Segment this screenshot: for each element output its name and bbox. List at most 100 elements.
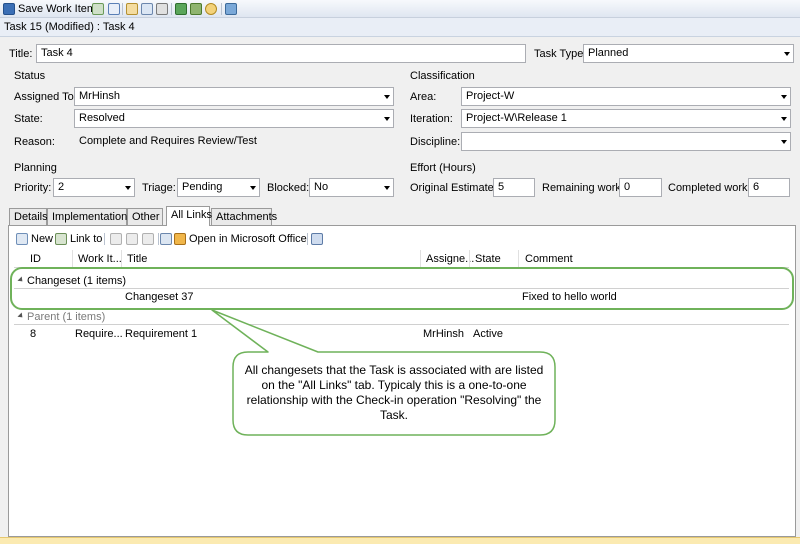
- window-title: Task 15 (Modified) : Task 4: [0, 18, 800, 37]
- collapse-triangle-icon[interactable]: [17, 312, 25, 320]
- effort-group-header: Effort (Hours): [410, 162, 476, 174]
- row-state: Active: [473, 328, 503, 340]
- area-dropdown[interactable]: Project-W: [461, 87, 791, 106]
- triage-value: Pending: [182, 181, 223, 193]
- copy-links-icon[interactable]: [160, 233, 172, 245]
- column-options-icon[interactable]: [311, 233, 323, 245]
- link-to-button[interactable]: Link to: [55, 231, 102, 247]
- iteration-dropdown[interactable]: Project-W\Release 1: [461, 109, 791, 128]
- chevron-down-icon: [784, 52, 790, 56]
- chevron-down-icon: [384, 117, 390, 121]
- tab-other[interactable]: Other: [127, 208, 163, 225]
- completed-work-input[interactable]: 6: [748, 178, 790, 197]
- collapse-triangle-icon[interactable]: [17, 276, 25, 284]
- assigned-to-label: Assigned To:: [14, 91, 77, 103]
- table-row[interactable]: 8 Require... Requirement 1 MrHinsh Activ…: [14, 326, 789, 343]
- row-title: Changeset 37: [125, 291, 194, 303]
- chevron-down-icon: [384, 95, 390, 99]
- tab-implementation[interactable]: Implementation: [47, 208, 127, 225]
- column-header-comment[interactable]: Comment: [525, 253, 573, 265]
- task-type-dropdown[interactable]: Planned: [583, 44, 794, 63]
- state-dropdown[interactable]: Resolved: [74, 109, 394, 128]
- send-mail-icon[interactable]: [205, 3, 217, 15]
- refresh-icon[interactable]: [92, 3, 104, 15]
- triage-label: Triage:: [142, 182, 176, 194]
- priority-value: 2: [58, 181, 65, 193]
- delete-link-icon[interactable]: [142, 233, 154, 245]
- title-label: Title:: [9, 48, 33, 60]
- chevron-down-icon: [781, 140, 787, 144]
- tab-details[interactable]: Details: [9, 208, 48, 225]
- area-value: Project-W: [466, 90, 515, 102]
- new-item-icon: [16, 233, 28, 245]
- column-header-title[interactable]: Title: [127, 253, 147, 265]
- chevron-down-icon: [250, 186, 256, 190]
- edit-link-icon[interactable]: [126, 233, 138, 245]
- save-work-item-button[interactable]: Save Work Item: [3, 2, 96, 16]
- find-icon[interactable]: [225, 3, 237, 15]
- status-strip: [0, 537, 800, 544]
- completed-work-label: Completed work:: [668, 182, 751, 194]
- excel-icon[interactable]: [175, 3, 187, 15]
- project-icon[interactable]: [190, 3, 202, 15]
- title-input[interactable]: Task 4: [36, 44, 526, 63]
- assigned-to-value: MrHinsh: [79, 90, 120, 102]
- main-toolbar: Save Work Item: [0, 0, 800, 18]
- chevron-down-icon: [781, 117, 787, 121]
- new-linked-item-icon[interactable]: [126, 3, 138, 15]
- triage-dropdown[interactable]: Pending: [177, 178, 260, 197]
- links-grid-header: ID Work It... Title Assigne... State Com…: [14, 250, 789, 268]
- planning-group-header: Planning: [14, 162, 57, 174]
- iteration-label: Iteration:: [410, 113, 453, 125]
- open-item-icon[interactable]: [110, 233, 122, 245]
- state-value: Resolved: [79, 112, 125, 124]
- save-work-item-label: Save Work Item: [18, 3, 97, 15]
- reason-field: Complete and Requires Review/Test: [74, 132, 394, 151]
- chevron-down-icon: [384, 186, 390, 190]
- blocked-value: No: [314, 181, 329, 193]
- table-row[interactable]: Changeset 37 Fixed to hello world: [14, 289, 789, 306]
- open-in-office-button[interactable]: Open in Microsoft Office: [174, 231, 318, 247]
- task-type-label: Task Type:: [534, 48, 587, 60]
- chevron-down-icon: [125, 186, 131, 190]
- column-header-id[interactable]: ID: [30, 253, 41, 265]
- tab-all-links[interactable]: All Links: [166, 206, 212, 226]
- original-estimate-input[interactable]: 5: [493, 178, 535, 197]
- blocked-label: Blocked:: [267, 182, 310, 194]
- new-link-button[interactable]: New: [16, 231, 53, 247]
- discipline-dropdown[interactable]: [461, 132, 791, 151]
- iteration-value: Project-W\Release 1: [466, 112, 567, 124]
- group-label: Changeset (1 items): [27, 275, 127, 287]
- link-to-label: Link to: [70, 233, 103, 245]
- row-id: 8: [30, 328, 37, 340]
- new-link-label: New: [31, 233, 54, 245]
- row-work-item: Require...: [75, 328, 123, 340]
- save-icon: [3, 3, 15, 15]
- chevron-down-icon: [781, 95, 787, 99]
- status-group-header: Status: [14, 70, 46, 82]
- state-label: State:: [14, 113, 43, 125]
- copy-item-icon[interactable]: [141, 3, 153, 15]
- column-header-work-item[interactable]: Work It...: [78, 253, 122, 265]
- link-icon[interactable]: [156, 3, 168, 15]
- task-type-value: Planned: [588, 47, 629, 59]
- remaining-work-label: Remaining work:: [542, 182, 624, 194]
- link-chain-icon: [55, 233, 67, 245]
- undo-icon[interactable]: [108, 3, 120, 15]
- priority-dropdown[interactable]: 2: [53, 178, 135, 197]
- priority-label: Priority:: [14, 182, 52, 194]
- original-estimate-label: Original Estimate:: [410, 182, 497, 194]
- office-icon: [174, 233, 186, 245]
- callout-text: All changesets that the Task is associat…: [244, 363, 544, 422]
- row-comment: Fixed to hello world: [522, 291, 617, 303]
- row-title: Requirement 1: [125, 328, 198, 340]
- reason-label: Reason:: [14, 136, 55, 148]
- discipline-label: Discipline:: [410, 136, 461, 148]
- column-header-assigned[interactable]: Assigne...: [426, 253, 474, 265]
- assigned-to-dropdown[interactable]: MrHinsh: [74, 87, 394, 106]
- blocked-dropdown[interactable]: No: [309, 178, 394, 197]
- column-header-state[interactable]: State: [475, 253, 501, 265]
- remaining-work-input[interactable]: 0: [619, 178, 662, 197]
- row-assigned: MrHinsh: [423, 328, 464, 340]
- tab-attachments[interactable]: Attachments: [211, 208, 277, 225]
